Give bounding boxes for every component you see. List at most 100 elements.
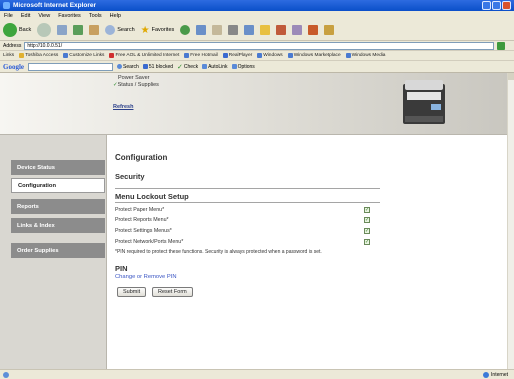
messenger-icon[interactable] — [276, 25, 287, 35]
section-divider — [115, 188, 380, 189]
change-pin-link[interactable]: Change or Remove PIN — [115, 274, 177, 280]
address-label: Address — [3, 42, 22, 49]
menu-favorites[interactable]: Favorites — [58, 13, 81, 19]
link-free-aol[interactable]: Free AOL & Unlimited Internet — [109, 53, 179, 58]
nav-configuration[interactable]: Configuration — [11, 178, 105, 193]
window-title: Microsoft Internet Explorer — [13, 2, 97, 9]
google-check-label: Check — [183, 63, 199, 70]
menu-help[interactable]: Help — [110, 13, 121, 19]
option-label: Protect Settings Menus* — [115, 228, 172, 234]
refresh-link[interactable]: Refresh — [113, 104, 133, 110]
header-banner: Power Saver ✓Status / Supplies Refresh — [0, 73, 507, 135]
window-controls — [482, 1, 511, 10]
refresh-icon[interactable] — [73, 25, 84, 35]
google-toolbar: Google Search 51 blocked ✓ Check AutoLink… — [0, 61, 514, 73]
address-bar: Address http://10.0.0.51/ — [0, 41, 514, 51]
link-label: Toshiba Access — [25, 53, 59, 58]
option-row: Protect Settings Menus* ✓ — [115, 228, 380, 236]
stop-icon[interactable] — [57, 25, 68, 35]
link-label: Free Hotmail — [190, 53, 218, 58]
link-toshiba-access[interactable]: Toshiba Access — [19, 53, 58, 58]
favorites-button[interactable]: ★ Favorites — [141, 25, 175, 36]
mail-icon[interactable] — [212, 25, 223, 35]
nav-order-supplies[interactable]: Order Supplies — [11, 243, 105, 258]
security-heading: Security — [115, 172, 145, 181]
google-search-button[interactable]: Search — [117, 64, 139, 70]
ie-page-icon — [63, 53, 69, 58]
links-label: Links — [3, 53, 15, 58]
link-windows-media[interactable]: Windows Media — [345, 53, 385, 58]
check-icon: ✓ — [177, 63, 183, 71]
status-supplies-link[interactable]: ✓Status / Supplies — [113, 82, 159, 88]
pin-heading: PIN — [115, 264, 128, 273]
google-blocked-button[interactable]: 51 blocked — [142, 63, 174, 70]
protect-settings-menus-checkbox[interactable]: ✓ — [364, 228, 370, 234]
popup-blocker-icon — [142, 64, 148, 69]
menu-lockout-heading: Menu Lockout Setup — [115, 192, 189, 201]
search-icon — [117, 64, 122, 69]
menu-view[interactable]: View — [38, 13, 50, 19]
zone-label: Internet — [491, 372, 508, 378]
nav-reports[interactable]: Reports — [11, 199, 105, 214]
extra-icon[interactable] — [324, 25, 335, 35]
maximize-button[interactable] — [492, 1, 501, 10]
link-windows[interactable]: Windows — [257, 53, 283, 58]
folder-icon — [19, 53, 25, 58]
status-bar: Internet — [0, 369, 514, 379]
link-label: Customize Links — [69, 53, 105, 58]
printer-image — [403, 80, 445, 124]
forward-button[interactable] — [37, 23, 52, 37]
back-button[interactable]: Back — [3, 23, 31, 37]
google-blocked-label: 51 blocked — [148, 63, 174, 70]
ie-page-icon — [257, 53, 263, 58]
close-button[interactable] — [502, 1, 511, 10]
link-label: Windows Marketplace — [293, 53, 341, 58]
folder-icon[interactable] — [260, 25, 271, 35]
menu-bar: File Edit View Favorites Tools Help — [0, 11, 514, 20]
scroll-up-arrow-icon[interactable] — [508, 73, 514, 80]
google-search-input[interactable] — [28, 62, 113, 71]
protect-reports-menu-checkbox[interactable]: ✓ — [364, 217, 370, 223]
nav-device-status[interactable]: Device Status — [11, 160, 105, 175]
ie-page-icon — [287, 53, 293, 58]
back-label: Back — [19, 27, 32, 33]
vertical-scrollbar[interactable] — [507, 73, 514, 369]
google-check-button[interactable]: ✓ Check — [177, 63, 198, 71]
autolink-icon — [202, 64, 208, 69]
link-free-hotmail[interactable]: Free Hotmail — [184, 53, 218, 58]
page-status-icon — [3, 372, 9, 378]
research-icon[interactable] — [292, 25, 303, 35]
google-autolink-button[interactable]: AutoLink — [202, 63, 228, 70]
history-icon[interactable] — [196, 25, 207, 35]
print-icon[interactable] — [228, 25, 239, 35]
link-label: Windows — [263, 53, 283, 58]
home-icon[interactable] — [89, 25, 100, 35]
option-label: Protect Network/Ports Menu* — [115, 239, 184, 245]
nav-links-index[interactable]: Links & Index — [11, 218, 105, 233]
edit-icon[interactable] — [244, 25, 255, 35]
ie-logo-icon — [3, 2, 10, 9]
menu-edit[interactable]: Edit — [21, 13, 30, 19]
minimize-button[interactable] — [482, 1, 491, 10]
submit-button[interactable]: Submit — [117, 287, 147, 297]
power-saver-status: Power Saver — [118, 75, 150, 81]
google-options-button[interactable]: Options — [231, 64, 255, 70]
menu-tools[interactable]: Tools — [89, 13, 102, 19]
link-windows-marketplace[interactable]: Windows Marketplace — [287, 53, 341, 58]
go-button[interactable] — [497, 41, 506, 50]
protect-paper-menu-checkbox[interactable]: ✓ — [364, 207, 370, 213]
address-input[interactable]: http://10.0.0.51/ — [24, 41, 495, 50]
link-customize-links[interactable]: Customize Links — [63, 53, 104, 58]
google-autolink-label: AutoLink — [208, 63, 228, 70]
menu-file[interactable]: File — [4, 13, 13, 19]
protect-network-ports-menu-checkbox[interactable]: ✓ — [364, 239, 370, 245]
tool-icon[interactable] — [308, 25, 319, 35]
option-row: Protect Reports Menu* ✓ — [115, 217, 380, 225]
media-icon[interactable] — [180, 25, 191, 35]
link-label: RealPlayer — [228, 53, 253, 58]
search-button[interactable]: Search — [105, 25, 135, 35]
star-icon: ★ — [140, 24, 150, 36]
reset-form-button[interactable]: Reset Form — [152, 287, 193, 297]
link-realplayer[interactable]: RealPlayer — [222, 53, 253, 58]
search-label: Search — [117, 27, 135, 33]
